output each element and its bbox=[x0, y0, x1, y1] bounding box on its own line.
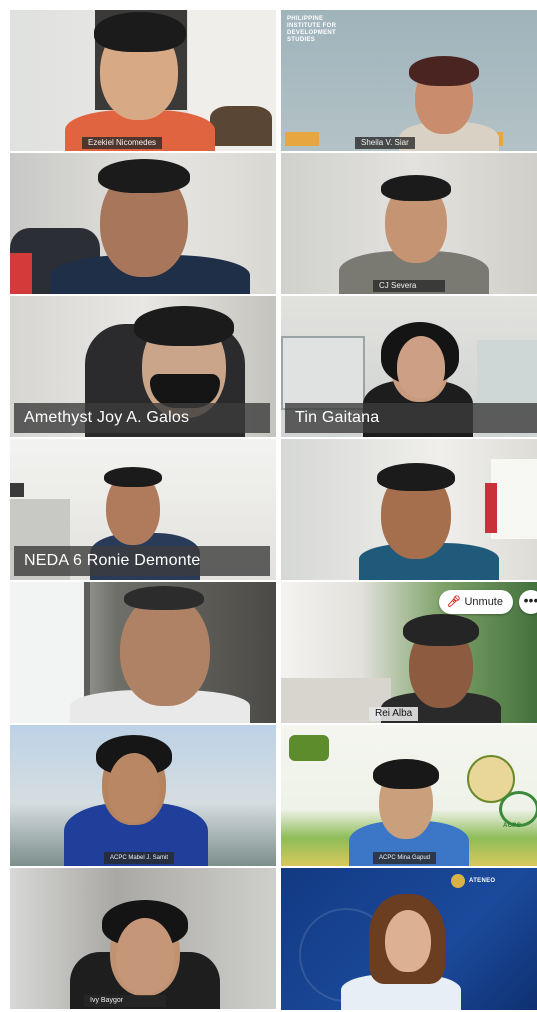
participant-tile[interactable]: Tin Gaitana bbox=[281, 296, 537, 437]
participant-tile[interactable]: PHILIPPINE INSTITUTE FOR DEVELOPMENT STU… bbox=[281, 10, 537, 151]
participant-name: Sheila V. Siar bbox=[355, 137, 415, 149]
video-grid: Ezekiel Nicomedes PHILIPPINE INSTITUTE F… bbox=[10, 10, 537, 1010]
participant-tile[interactable]: ATENEO bbox=[281, 868, 537, 1010]
participant-tile[interactable]: Ezekiel Nicomedes bbox=[10, 10, 276, 151]
participant-name: NEDA 6 Ronie Demonte bbox=[14, 546, 270, 576]
participant-name: ACPC Mabel J. Samit bbox=[104, 852, 175, 864]
more-options-icon[interactable]: ••• bbox=[519, 590, 537, 614]
unmute-label: Unmute bbox=[464, 596, 503, 608]
participant-tile[interactable]: ACPC ACPC Mina Gapud bbox=[281, 725, 537, 866]
org-banner-text: PHILIPPINE INSTITUTE FOR DEVELOPMENT STU… bbox=[287, 16, 337, 43]
mic-off-icon: 🎤︎ bbox=[446, 596, 461, 608]
participant-tile[interactable]: Rei Alba 🎤︎ Unmute ••• bbox=[281, 582, 537, 723]
participant-name: Ivy Baygor bbox=[84, 995, 166, 1007]
participant-name: CJ Severa bbox=[373, 280, 445, 292]
participant-tile[interactable]: ACPC Mabel J. Samit bbox=[10, 725, 276, 866]
participant-tile[interactable]: Amethyst Joy A. Galos bbox=[10, 296, 276, 437]
participant-name: Tin Gaitana bbox=[285, 403, 537, 433]
participant-name: Rei Alba bbox=[369, 707, 419, 721]
participant-tile[interactable] bbox=[10, 153, 276, 294]
acpc-logo-text: ACPC bbox=[503, 823, 522, 829]
participant-tile[interactable]: Ivy Baygor bbox=[10, 868, 276, 1009]
participant-name: Amethyst Joy A. Galos bbox=[14, 403, 270, 433]
participant-name: ACPC Mina Gapud bbox=[373, 852, 437, 864]
ateneo-banner-text: ATENEO bbox=[469, 878, 496, 884]
participant-tile[interactable] bbox=[281, 439, 537, 580]
participant-tile[interactable]: NEDA 6 Ronie Demonte bbox=[10, 439, 276, 580]
participant-tile[interactable] bbox=[10, 582, 276, 723]
participant-tile[interactable]: CJ Severa bbox=[281, 153, 537, 294]
unmute-button[interactable]: 🎤︎ Unmute bbox=[438, 590, 513, 614]
participant-name: Ezekiel Nicomedes bbox=[82, 137, 163, 149]
